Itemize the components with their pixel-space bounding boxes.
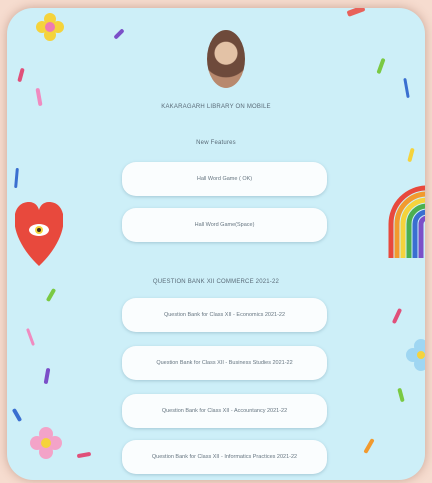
confetti-piece [11, 407, 23, 423]
confetti-piece [346, 8, 366, 17]
link-button[interactable]: Question Bank for Class XII - Economics … [122, 298, 327, 332]
rainbow-sticker-icon [388, 185, 425, 258]
confetti-piece [376, 57, 386, 75]
confetti-piece [76, 451, 92, 459]
confetti-piece [45, 287, 57, 303]
confetti-piece [17, 67, 25, 83]
confetti-piece [26, 328, 35, 346]
confetti-piece [113, 28, 125, 40]
section-heading-new-features: New Features [196, 140, 236, 146]
flower-sticker-icon [406, 339, 425, 371]
heart-eye-sticker-icon [15, 202, 63, 266]
link-button[interactable]: Question Bank for Class XII - Business S… [122, 346, 327, 380]
confetti-piece [391, 307, 403, 325]
confetti-piece [407, 147, 415, 163]
flower-sticker-icon [30, 427, 62, 459]
link-button[interactable]: Hall Word Game(Space) [122, 208, 327, 242]
link-button[interactable]: Hall Word Game ( OK) [122, 162, 327, 196]
confetti-piece [363, 438, 375, 454]
confetti-piece [14, 167, 19, 189]
flower-sticker-icon [36, 13, 64, 41]
confetti-piece [403, 77, 410, 99]
profile-title: KAKARAGARH LIBRARY ON MOBILE [161, 104, 271, 110]
link-button[interactable]: Question Bank for Class XII - Informatic… [122, 440, 327, 474]
avatar [207, 30, 245, 88]
section-heading-question-bank: QUESTION BANK XII COMMERCE 2021-22 [152, 279, 280, 285]
link-button[interactable]: Question Bank for Class XII - Accountanc… [122, 394, 327, 428]
confetti-piece [43, 367, 51, 385]
confetti-piece [397, 387, 405, 403]
phone-screen-frame: KAKARAGARH LIBRARY ON MOBILE New Feature… [7, 8, 425, 480]
